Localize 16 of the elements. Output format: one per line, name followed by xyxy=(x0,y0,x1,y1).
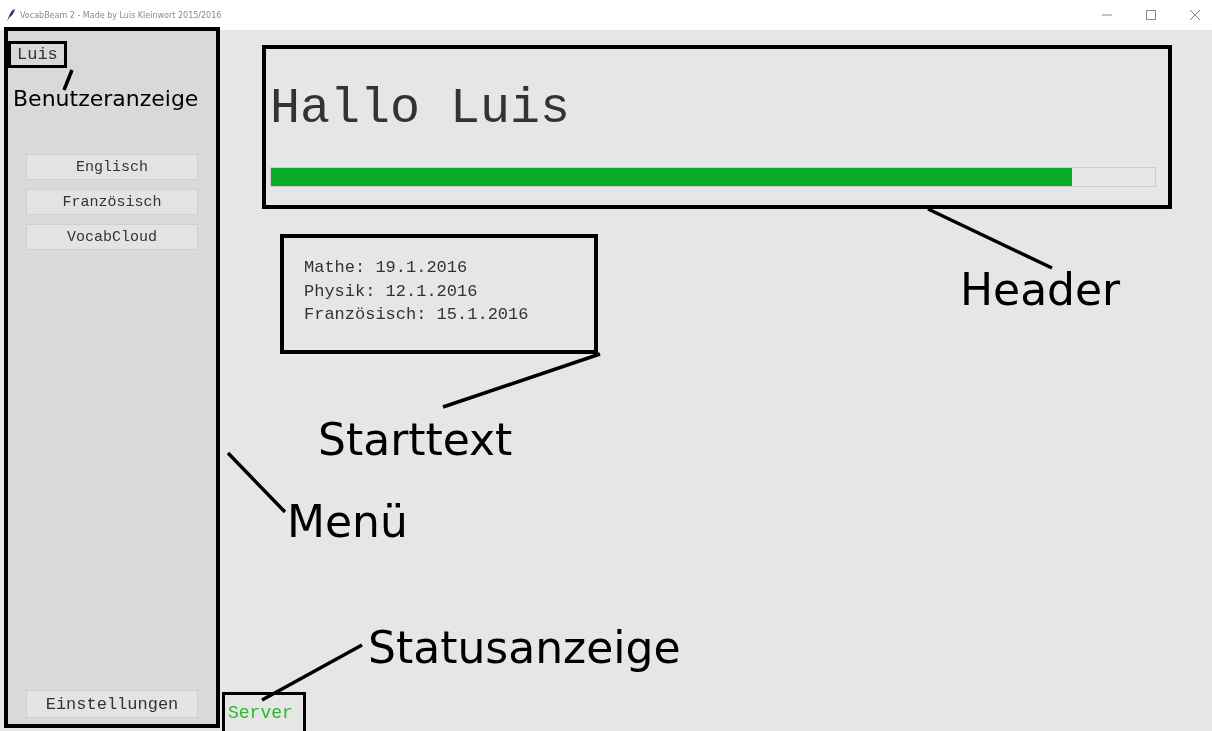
annotation-label: Statusanzeige xyxy=(368,624,681,673)
window-title: VocabBeam 2 - Made by Luis Kleinwort 2015/2016 xyxy=(20,10,222,20)
annotation-label: Header xyxy=(960,266,1121,315)
status-text: Server xyxy=(228,703,293,723)
annotation-label: Menü xyxy=(287,498,408,547)
due-date-text: Französisch: 15.1.2016 xyxy=(304,304,530,326)
menu-button[interactable]: Französisch xyxy=(26,189,198,215)
due-date-text: Physik: 12.1.2016 xyxy=(304,280,479,303)
user-label: Luis xyxy=(8,41,67,68)
annotation-label: Starttext xyxy=(318,416,513,465)
due-date-text: Mathe: 19.1.2016 xyxy=(304,257,469,279)
menu-button[interactable]: VocabCloud xyxy=(26,224,198,250)
menu-button[interactable]: Englisch xyxy=(26,154,198,180)
annotation-label: Benutzeranzeige xyxy=(13,87,199,112)
settings-button[interactable]: Einstellungen xyxy=(26,690,198,718)
greeting-text: Hallo Luis xyxy=(270,79,572,139)
